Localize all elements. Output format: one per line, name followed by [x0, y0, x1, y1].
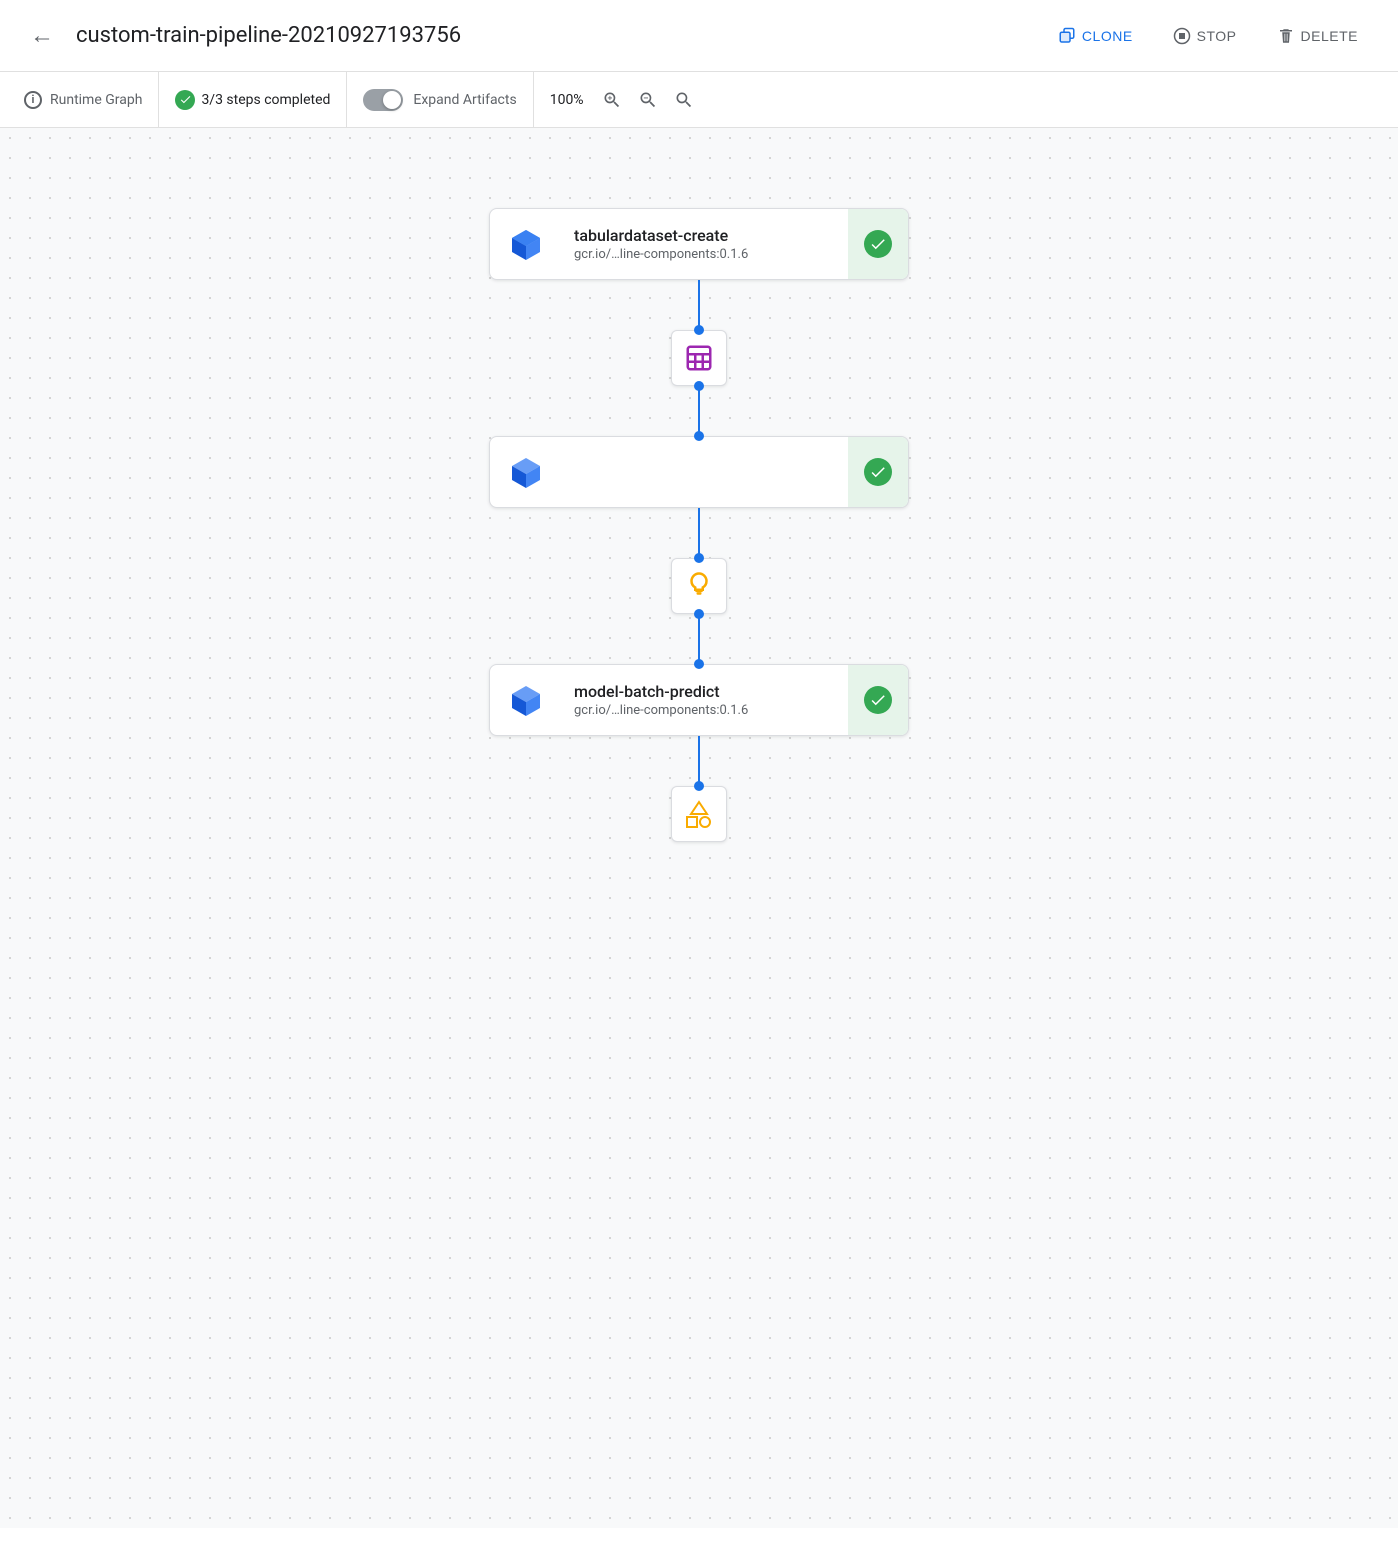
runtime-graph-item[interactable]: i Runtime Graph	[16, 72, 159, 127]
node1-subtitle: gcr.io/…line-components:0.1.6	[574, 247, 836, 262]
connector-2	[698, 386, 700, 436]
stop-button[interactable]: STOP	[1157, 19, 1253, 53]
artifact-node-1[interactable]	[671, 330, 727, 386]
node2-status	[848, 436, 908, 508]
node1-content: tabulardataset-create gcr.io/…line-compo…	[562, 218, 848, 270]
node1-title: tabulardataset-create	[574, 226, 836, 245]
connector-3	[698, 508, 700, 558]
delete-icon	[1277, 27, 1295, 45]
pipeline-node-1[interactable]: tabulardataset-create gcr.io/…line-compo…	[489, 208, 909, 280]
steps-completed-badge: 3/3 steps completed	[159, 72, 347, 127]
steps-check-icon	[175, 90, 195, 110]
zoom-out-button[interactable]	[632, 84, 664, 116]
node3-cube-icon	[506, 680, 546, 720]
expand-artifacts-label: Expand Artifacts	[413, 92, 516, 108]
node3-content: model-batch-predict gcr.io/…line-compone…	[562, 674, 848, 726]
zoom-fit-icon	[674, 90, 694, 110]
expand-artifacts-toggle[interactable]	[363, 89, 403, 111]
node2-icon-wrap	[490, 436, 562, 508]
clone-label: CLONE	[1082, 28, 1133, 44]
node1-icon-wrap	[490, 208, 562, 280]
delete-label: DELETE	[1301, 28, 1358, 44]
expand-artifacts-toggle-wrap: Expand Artifacts	[347, 72, 533, 127]
pipeline-node-3[interactable]: model-batch-predict gcr.io/…line-compone…	[489, 664, 909, 736]
connector-dot-6	[694, 659, 704, 669]
node3-title: model-batch-predict	[574, 682, 836, 701]
page-header: ← custom-train-pipeline-20210927193756 C…	[0, 0, 1398, 72]
node3-icon-wrap	[490, 664, 562, 736]
node3-status	[848, 664, 908, 736]
info-icon: i	[24, 91, 42, 109]
node2-check-icon	[864, 458, 892, 486]
delete-button[interactable]: DELETE	[1261, 19, 1374, 53]
zoom-fit-button[interactable]	[668, 84, 700, 116]
zoom-out-icon	[638, 90, 658, 110]
bulb-icon	[684, 571, 714, 601]
connector-dot-5	[694, 609, 704, 619]
runtime-graph-label: Runtime Graph	[50, 92, 142, 108]
node3-subtitle: gcr.io/…line-components:0.1.6	[574, 703, 836, 718]
connector-1	[698, 280, 700, 330]
zoom-controls: 100%	[534, 72, 716, 127]
connector-dot-3	[694, 431, 704, 441]
clone-icon	[1058, 27, 1076, 45]
stop-label: STOP	[1197, 28, 1237, 44]
node1-cube-icon	[506, 224, 546, 264]
artifact-node-3[interactable]	[671, 786, 727, 842]
toolbar: i Runtime Graph 3/3 steps completed Expa…	[0, 72, 1398, 128]
connector-dot-4	[694, 553, 704, 563]
back-button[interactable]: ←	[24, 18, 60, 54]
node2-cube-icon	[506, 452, 546, 492]
node1-status	[848, 208, 908, 280]
connector-4	[698, 614, 700, 664]
node2-content	[562, 463, 848, 481]
node1-check-icon	[864, 230, 892, 258]
clone-button[interactable]: CLONE	[1042, 19, 1149, 53]
shapes-icon	[683, 798, 715, 830]
connector-dot-2	[694, 381, 704, 391]
table-icon	[684, 343, 714, 373]
page-title: custom-train-pipeline-20210927193756	[76, 23, 1042, 48]
pipeline-node-2[interactable]	[489, 436, 909, 508]
zoom-percent: 100%	[550, 92, 584, 108]
node3-check-icon	[864, 686, 892, 714]
zoom-in-button[interactable]	[596, 84, 628, 116]
header-actions: CLONE STOP DELETE	[1042, 19, 1374, 53]
connector-dot-7	[694, 781, 704, 791]
connector-5	[698, 736, 700, 786]
stop-icon	[1173, 27, 1191, 45]
pipeline-canvas[interactable]: tabulardataset-create gcr.io/…line-compo…	[0, 128, 1398, 1528]
back-arrow-icon: ←	[30, 22, 54, 50]
connector-dot-1	[694, 325, 704, 335]
zoom-in-icon	[602, 90, 622, 110]
artifact-node-2[interactable]	[671, 558, 727, 614]
pipeline-flow: tabulardataset-create gcr.io/…line-compo…	[449, 208, 949, 842]
steps-completed-label: 3/3 steps completed	[201, 92, 330, 108]
